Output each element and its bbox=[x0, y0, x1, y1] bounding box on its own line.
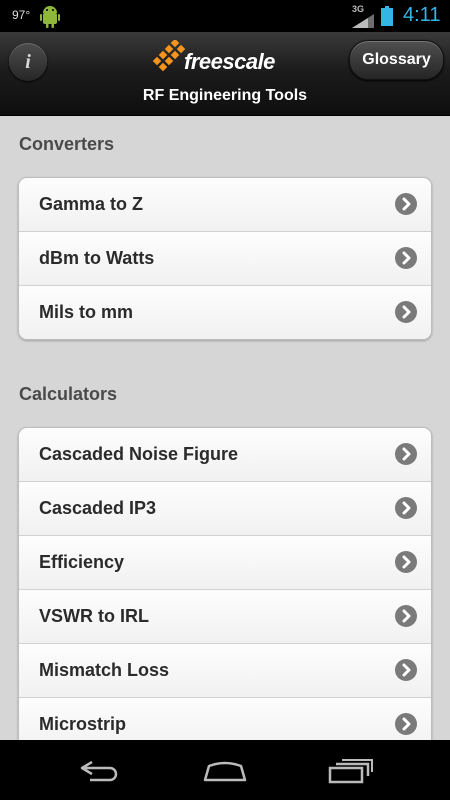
freescale-logo-mark-icon bbox=[152, 40, 186, 72]
recent-apps-icon[interactable] bbox=[328, 758, 374, 784]
list-item-cascaded-noise-figure[interactable]: Cascaded Noise Figure bbox=[19, 428, 431, 481]
freescale-logo: freescale bbox=[152, 40, 302, 76]
app-header: i freescale RF Engineering Tools Glossar… bbox=[0, 32, 450, 116]
battery-icon bbox=[381, 6, 393, 26]
list-item-label: Mils to mm bbox=[39, 302, 134, 322]
status-bar: 97° 3G 4:11 bbox=[0, 0, 450, 32]
chevron-right-icon bbox=[395, 497, 417, 519]
info-button[interactable]: i bbox=[9, 43, 47, 81]
app-subtitle: RF Engineering Tools bbox=[142, 87, 308, 104]
converters-section-title: Converters bbox=[19, 134, 115, 154]
list-item-vswr-to-irl[interactable]: VSWR to IRL bbox=[19, 589, 431, 643]
list-item-label: Cascaded Noise Figure bbox=[39, 444, 239, 464]
chevron-right-icon bbox=[395, 193, 417, 215]
main-content[interactable]: Converters Gamma to Z dBm to Watts Mils … bbox=[0, 116, 450, 740]
list-item-label: dBm to Watts bbox=[39, 248, 155, 268]
calculators-section-title: Calculators bbox=[19, 384, 118, 404]
chevron-right-icon bbox=[395, 713, 417, 735]
list-item-label: Mismatch Loss bbox=[39, 660, 170, 680]
chevron-right-icon bbox=[395, 247, 417, 269]
list-item-label: Microstrip bbox=[39, 714, 127, 734]
list-item-label: Efficiency bbox=[39, 552, 125, 572]
glossary-button[interactable]: Glossary bbox=[349, 40, 444, 80]
list-item-microstrip[interactable]: Microstrip bbox=[19, 697, 431, 740]
system-navigation-bar bbox=[0, 740, 450, 800]
chevron-right-icon bbox=[395, 605, 417, 627]
chevron-right-icon bbox=[395, 551, 417, 573]
list-item-efficiency[interactable]: Efficiency bbox=[19, 535, 431, 589]
list-item-label: VSWR to IRL bbox=[39, 606, 149, 626]
list-item-label: Gamma to Z bbox=[39, 194, 144, 214]
calculators-list: Cascaded Noise Figure Cascaded IP3 Effic… bbox=[18, 427, 432, 740]
android-icon bbox=[40, 6, 60, 28]
chevron-right-icon bbox=[395, 443, 417, 465]
list-item-cascaded-ip3[interactable]: Cascaded IP3 bbox=[19, 481, 431, 535]
chevron-right-icon bbox=[395, 301, 417, 323]
chevron-right-icon bbox=[395, 659, 417, 681]
clock-text: 4:11 bbox=[403, 4, 441, 26]
list-item-dbm-to-watts[interactable]: dBm to Watts bbox=[19, 231, 431, 285]
back-icon[interactable] bbox=[78, 758, 122, 784]
list-item-gamma-to-z[interactable]: Gamma to Z bbox=[19, 178, 431, 231]
info-icon: i bbox=[25, 51, 31, 73]
list-item-mismatch-loss[interactable]: Mismatch Loss bbox=[19, 643, 431, 697]
temperature-text: 97° bbox=[12, 8, 31, 22]
home-icon[interactable] bbox=[201, 758, 249, 784]
logo-text: freescale bbox=[184, 49, 275, 74]
network-type-text: 3G bbox=[352, 4, 365, 14]
list-item-label: Cascaded IP3 bbox=[39, 498, 157, 518]
converters-list: Gamma to Z dBm to Watts Mils to mm bbox=[18, 177, 432, 340]
signal-icon bbox=[352, 14, 374, 28]
list-item-mils-to-mm[interactable]: Mils to mm bbox=[19, 285, 431, 339]
